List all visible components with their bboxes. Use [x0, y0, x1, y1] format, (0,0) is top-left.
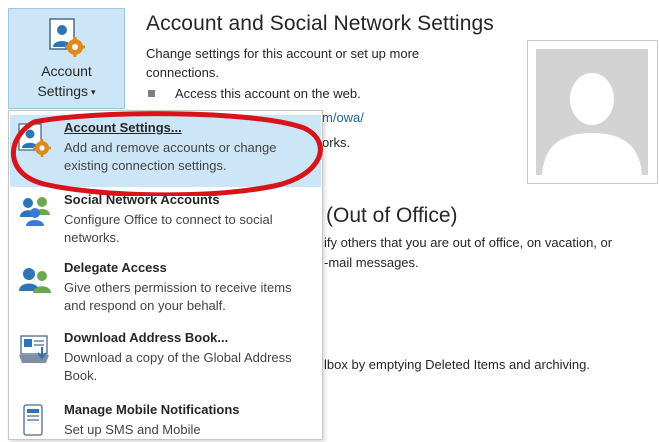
web-access-text: Access this account on the web.: [175, 86, 361, 101]
menu-item-description: Give others permission to receive items …: [64, 280, 292, 313]
out-of-office-description: ify others that you are out of office, o…: [324, 235, 613, 250]
menu-item-title: Account Settings...: [64, 120, 182, 135]
social-networks-text: orks.: [322, 135, 351, 150]
menu-item-delegate-access[interactable]: Delegate Access Give others permission t…: [10, 255, 321, 325]
social-network-icon: [18, 193, 52, 227]
menu-item-title: Download Address Book...: [64, 330, 229, 345]
out-of-office-title: (Out of Office): [326, 204, 458, 227]
page-title: Account and Social Network Settings: [146, 12, 494, 35]
account-settings-label: Account: [41, 63, 92, 79]
menu-item-title: Manage Mobile Notifications: [64, 402, 240, 417]
account-settings-label-2: Settings ▾: [37, 83, 96, 99]
account-settings-icon: [18, 123, 52, 157]
menu-item-social-network-accounts[interactable]: Social Network Accounts Configure Office…: [10, 187, 321, 255]
menu-item-description: Download a copy of the Global Address Bo…: [64, 350, 292, 383]
owa-link[interactable]: m/owa/: [322, 110, 364, 125]
menu-item-description: Add and remove accounts or change existi…: [64, 140, 277, 173]
account-settings-button[interactable]: Account Settings ▾: [8, 8, 125, 109]
person-silhouette-icon: [536, 49, 648, 175]
bullet-square: [148, 90, 155, 97]
out-of-office-description-2: -mail messages.: [324, 255, 419, 270]
menu-item-manage-mobile-notifications[interactable]: Manage Mobile Notifications Set up SMS a…: [10, 397, 321, 437]
account-settings-menu: Account Settings... Add and remove accou…: [8, 110, 323, 440]
menu-item-description: Set up SMS and Mobile: [64, 422, 201, 437]
menu-item-title: Delegate Access: [64, 260, 167, 275]
menu-item-account-settings[interactable]: Account Settings... Add and remove accou…: [10, 115, 321, 187]
delegate-access-icon: [18, 263, 52, 297]
page-description: Change settings for this account or set …: [146, 46, 420, 80]
mailbox-cleanup-description: lbox by emptying Deleted Items and archi…: [324, 357, 590, 372]
menu-item-title: Social Network Accounts: [64, 192, 220, 207]
account-settings-icon: [48, 17, 86, 57]
chevron-down-icon: ▾: [91, 87, 96, 97]
address-book-icon: [18, 333, 52, 367]
mobile-notifications-icon: [18, 403, 52, 437]
menu-item-download-address-book[interactable]: Download Address Book... Download a copy…: [10, 325, 321, 397]
profile-photo[interactable]: [527, 40, 658, 184]
menu-item-description: Configure Office to connect to social ne…: [64, 212, 273, 245]
